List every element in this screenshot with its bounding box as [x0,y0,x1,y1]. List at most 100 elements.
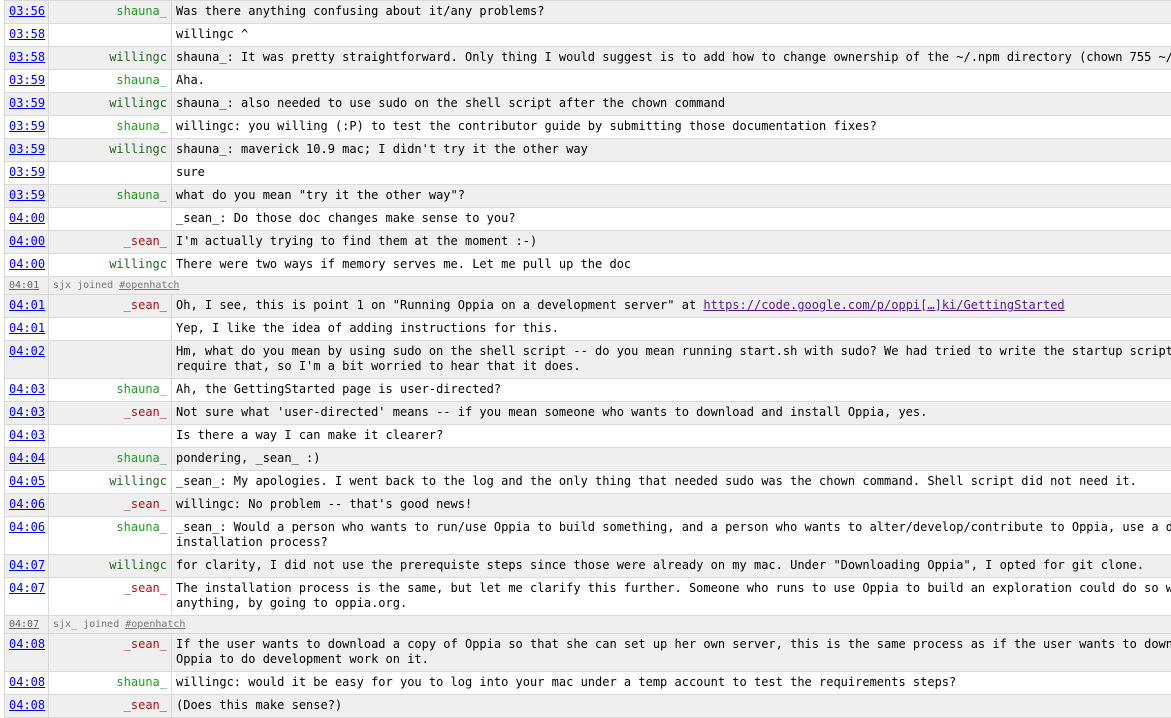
timestamp-cell: 04:06 [5,494,49,517]
timestamp-cell: 03:59 [5,162,49,185]
nick-cell: shauna_ [49,517,172,555]
message-text: Aha. [176,73,1171,88]
timestamp-link[interactable]: 04:07 [9,581,45,595]
timestamp-link[interactable]: 04:07 [9,558,45,572]
message-cell: _sean_: My apologies. I went back to the… [172,471,1171,494]
nick-cell: shauna_ [49,448,172,471]
timestamp-link[interactable]: 04:06 [9,497,45,511]
timestamp-cell: 04:07 [5,616,49,634]
message-cell: If the user wants to download a copy of … [172,634,1171,672]
message-cell: _sean_: Would a person who wants to run/… [172,517,1171,555]
timestamp-cell: 04:06 [5,517,49,555]
nick-cell [49,24,172,47]
message-cell: willingc: you willing (:P) to test the c… [172,116,1171,139]
message-cell: (Does this make sense?) [172,695,1171,718]
timestamp-link[interactable]: 03:59 [9,188,45,202]
nick-cell: _sean_ [49,634,172,672]
nick-cell: shauna_ [49,379,172,402]
message-url-link[interactable]: https://code.google.com/p/oppi[…]ki/Gett… [703,298,1064,312]
timestamp-cell: 04:03 [5,379,49,402]
nick-cell: willingc [49,254,172,277]
timestamp-link[interactable]: 04:08 [9,698,45,712]
nick-cell [49,341,172,379]
nick-cell: _sean_ [49,578,172,616]
timestamp-link[interactable]: 04:04 [9,451,45,465]
message-text: There were two ways if memory serves me.… [176,257,1171,272]
message-text: _sean_: My apologies. I went back to the… [176,474,1171,489]
message-cell: Aha. [172,70,1171,93]
nick-cell: willingc [49,139,172,162]
timestamp-cell: 03:58 [5,24,49,47]
timestamp-link[interactable]: 04:00 [9,211,45,225]
message-cell: willingc: would it be easy for you to lo… [172,672,1171,695]
message-line: anything, by going to oppia.org. [176,596,1171,611]
timestamp-link[interactable]: 04:01 [9,321,45,335]
nick-cell: shauna_ [49,70,172,93]
message-line: Hm, what do you mean by using sudo on th… [176,344,1171,359]
timestamp-link[interactable]: 04:00 [9,234,45,248]
message-text: shauna_: It was pretty straightforward. … [176,50,1171,65]
timestamp-link[interactable]: 04:07 [9,619,39,630]
log-message-row: 03:59 sure [5,162,1171,185]
message-cell: for clarity, I did not use the prerequis… [172,555,1171,578]
message-text: willingc: would it be easy for you to lo… [176,675,1171,690]
timestamp-link[interactable]: 04:03 [9,405,45,419]
log-message-row: 04:08 _sean_ If the user wants to download… [5,634,1171,672]
log-message-row: 04:03 shauna_ Ah, the GettingStarted page … [5,379,1171,402]
nick-cell: _sean_ [49,295,172,318]
timestamp-link[interactable]: 04:08 [9,637,45,651]
message-cell: Ah, the GettingStarted page is user-dire… [172,379,1171,402]
timestamp-link[interactable]: 04:02 [9,344,45,358]
message-text: _sean_: Do those doc changes make sense … [176,211,1171,226]
log-message-row: 04:00 willingc There were two ways if memo… [5,254,1171,277]
message-text: Is there a way I can make it clearer? [176,428,1171,443]
timestamp-link[interactable]: 04:06 [9,520,45,534]
timestamp-link[interactable]: 04:03 [9,428,45,442]
timestamp-link[interactable]: 03:59 [9,96,45,110]
event-description: sjx_ joined [53,619,125,630]
log-message-row: 04:03 Is there a way I can make it cleare… [5,425,1171,448]
nick-cell: willingc [49,47,172,70]
message-cell: willingc: No problem -- that's good news… [172,494,1171,517]
chat-log-body: 03:56shauna_Was there anything confusing… [5,1,1171,718]
timestamp-cell: 04:00 [5,208,49,231]
timestamp-link[interactable]: 03:59 [9,73,45,87]
log-message-row: 03:59shauna_what do you mean "try it the… [5,185,1171,208]
timestamp-link[interactable]: 04:01 [9,298,45,312]
message-text: Ah, the GettingStarted page is user-dire… [176,382,1171,397]
timestamp-link[interactable]: 03:56 [9,4,45,18]
message-text: Yep, I like the idea of adding instructi… [176,321,1171,336]
timestamp-link[interactable]: 03:59 [9,119,45,133]
nick-cell: shauna_ [49,185,172,208]
message-cell: sure [172,162,1171,185]
message-cell: Not sure what 'user-directed' means -- i… [172,402,1171,425]
message-cell: I'm actually trying to find them at the … [172,231,1171,254]
timestamp-link[interactable]: 04:03 [9,382,45,396]
timestamp-link[interactable]: 03:59 [9,142,45,156]
timestamp-link[interactable]: 04:01 [9,280,39,291]
log-message-row: 04:05willingc_sean_: My apologies. I wen… [5,471,1171,494]
timestamp-cell: 04:04 [5,448,49,471]
timestamp-link[interactable]: 03:59 [9,165,45,179]
timestamp-cell: 03:59 [5,185,49,208]
timestamp-cell: 04:03 [5,425,49,448]
message-cell: shauna_: maverick 10.9 mac; I didn't try… [172,139,1171,162]
channel-link[interactable]: #openhatch [119,280,179,291]
message-line: If the user wants to download a copy of … [176,637,1171,652]
timestamp-cell: 04:01 [5,295,49,318]
timestamp-link[interactable]: 04:08 [9,675,45,689]
timestamp-cell: 04:00 [5,254,49,277]
nick-cell [49,162,172,185]
timestamp-link[interactable]: 04:05 [9,474,45,488]
log-message-row: 04:06_sean_willingc: No problem -- that'… [5,494,1171,517]
timestamp-link[interactable]: 04:00 [9,257,45,271]
timestamp-link[interactable]: 03:58 [9,27,45,41]
log-event-row: 04:01sjx joined #openhatch [5,277,1171,295]
message-line: Oppia to do development work on it. [176,652,1171,667]
log-message-row: 04:08shauna_willingc: would it be easy f… [5,672,1171,695]
log-message-row: 04:01 Yep, I like the idea of adding inst… [5,318,1171,341]
channel-link[interactable]: #openhatch [125,619,185,630]
message-cell: willingc ^ [172,24,1171,47]
message-line: _sean_: Would a person who wants to run/… [176,520,1171,535]
timestamp-link[interactable]: 03:58 [9,50,45,64]
